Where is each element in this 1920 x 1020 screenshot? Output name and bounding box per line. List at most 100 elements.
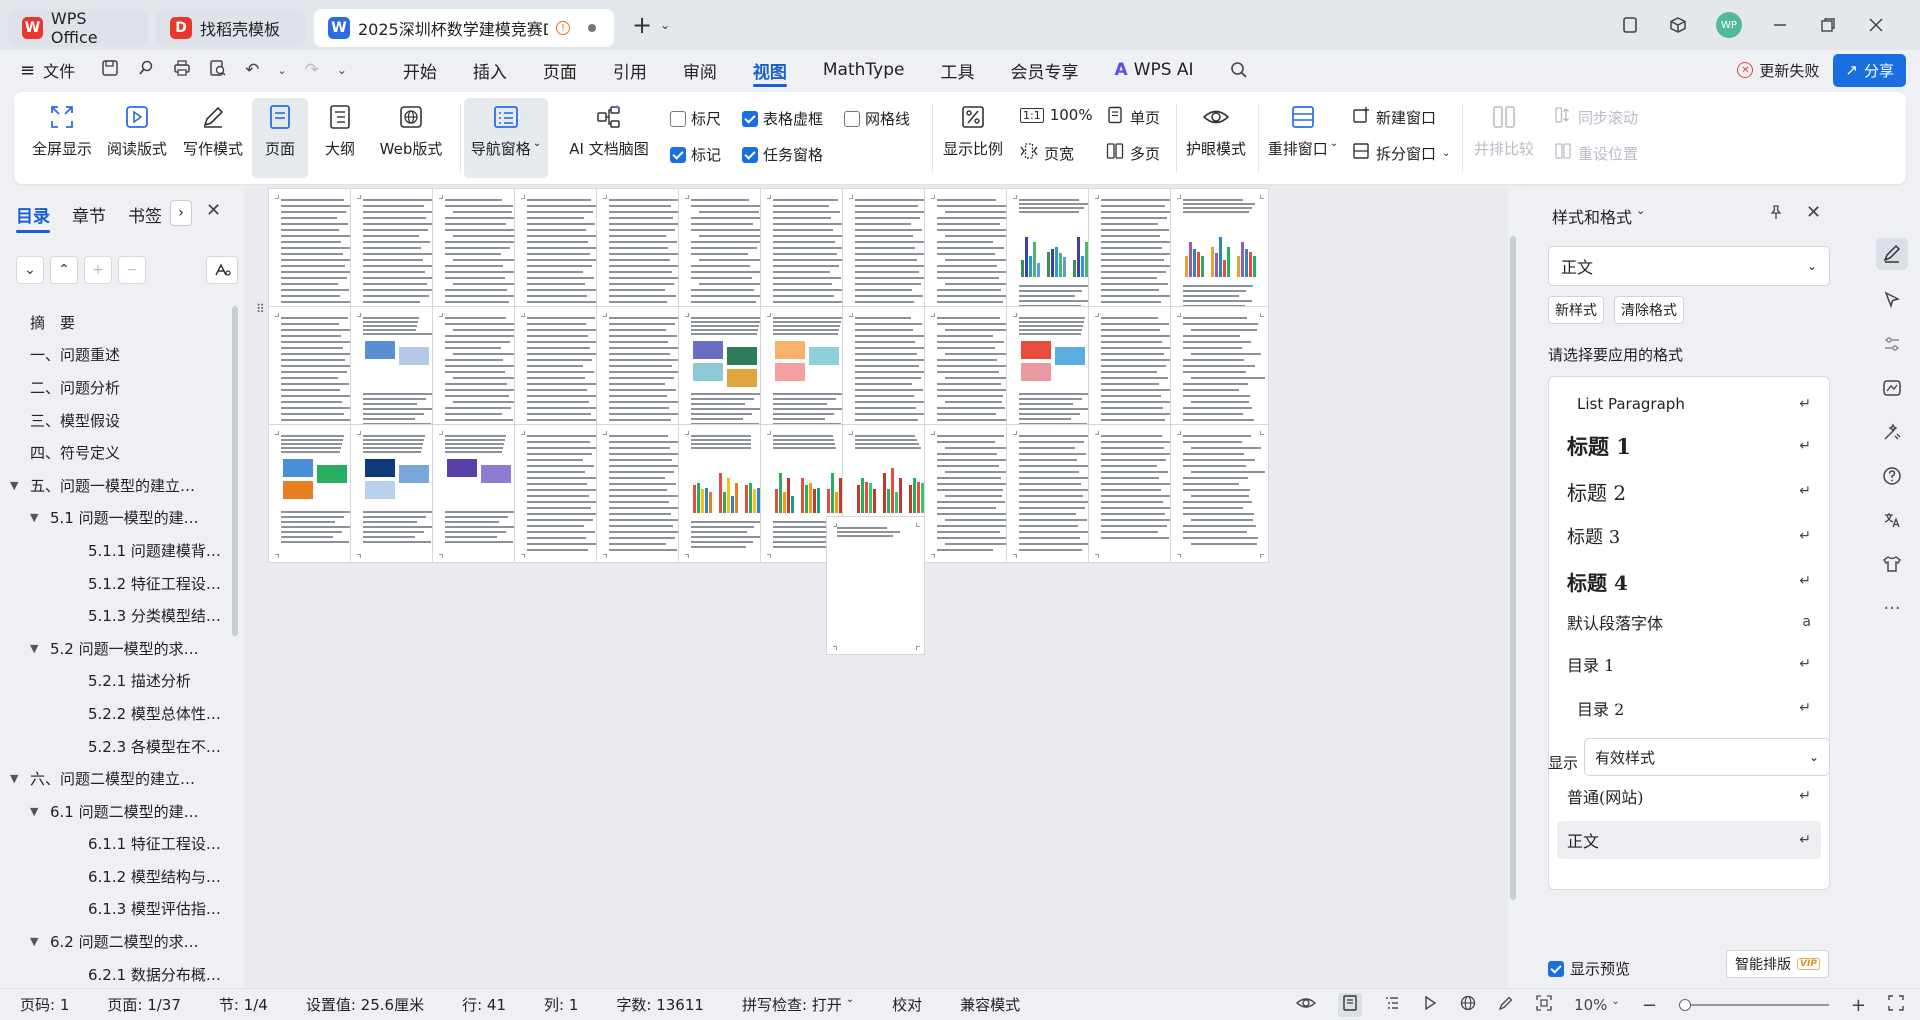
menu-wps-ai[interactable]: A WPS AI <box>1096 50 1211 90</box>
zoom-ratio-button[interactable]: 显示比例 <box>936 92 1010 172</box>
tab-wps-office[interactable]: W WPS Office <box>8 9 148 47</box>
close-icon[interactable] <box>1866 15 1886 35</box>
tab-document[interactable]: W 2025深圳杯数学建模竞赛D题 ! <box>314 9 614 47</box>
print-preview-icon[interactable] <box>209 59 227 81</box>
style-item[interactable]: 默认段落字体 a <box>1557 603 1821 641</box>
maximize-icon[interactable] <box>1818 15 1838 35</box>
current-style-select[interactable]: 正文 ⌄ <box>1548 246 1830 286</box>
task-pane-checkbox[interactable]: 任务窗格 <box>742 144 823 165</box>
style-item[interactable]: 目录 1 ↵ <box>1557 645 1821 683</box>
chevron-down-icon[interactable]: ▼ <box>10 479 24 492</box>
toc-item[interactable]: 5.1.2 特征工程设… <box>0 567 232 600</box>
shirt-icon[interactable] <box>1876 548 1908 580</box>
file-menu[interactable]: ≡ 文件 <box>20 58 75 82</box>
nav-tab-bookmarks[interactable]: 书签 <box>128 202 162 227</box>
search-icon[interactable] <box>1212 50 1266 90</box>
checkbox[interactable] <box>670 146 686 163</box>
sync-scroll-button[interactable]: 同步滚动 <box>1554 106 1638 128</box>
show-filter-select[interactable]: 有效样式 ⌄ <box>1584 738 1830 776</box>
table-grid-checkbox[interactable]: 表格虚框 <box>742 108 823 129</box>
redo-icon[interactable]: ↷ <box>305 60 319 80</box>
style-item[interactable]: 普通(网站) ↵ <box>1557 777 1821 815</box>
globe-icon[interactable] <box>1460 995 1476 1015</box>
toc-item[interactable]: ▼ 5.2 问题一模型的求… <box>0 632 232 665</box>
toc-item[interactable]: 5.1.3 分类模型结… <box>0 599 232 632</box>
undo-dropdown-icon[interactable]: ⌄ <box>277 64 286 77</box>
web-view-button[interactable]: Web版式 <box>372 92 450 172</box>
status-column[interactable]: 列: 1 <box>524 994 596 1015</box>
menu-tools[interactable]: 工具 <box>922 50 992 90</box>
marks-checkbox[interactable]: 标记 <box>670 144 721 165</box>
ai-toc-icon[interactable] <box>206 256 238 284</box>
style-item[interactable]: List Paragraph ↵ <box>1557 387 1821 421</box>
toc-item[interactable]: 摘 要 <box>0 306 232 339</box>
toc-item[interactable]: 二、问题分析 <box>0 371 232 404</box>
undo-icon[interactable]: ↶ <box>245 60 259 80</box>
menu-view[interactable]: 视图 <box>735 50 805 90</box>
status-spell-check[interactable]: 拼写检查: 打开 ⌄ <box>722 994 872 1015</box>
status-proofread[interactable]: 校对 <box>872 994 940 1015</box>
toc-item[interactable]: 一、问题重述 <box>0 339 232 372</box>
tab-template[interactable]: D 找稻壳模板 <box>156 9 306 47</box>
status-page-count[interactable]: 页面: 1/37 <box>87 994 199 1015</box>
show-preview-checkbox[interactable]: 显示预览 <box>1548 958 1630 979</box>
toc-item[interactable]: 6.1.2 模型结构与… <box>0 860 232 893</box>
share-button[interactable]: ↗ 分享 <box>1833 53 1906 87</box>
checkbox[interactable] <box>742 146 758 163</box>
smart-layout-button[interactable]: 智能排版 VIP <box>1726 950 1829 978</box>
close-icon[interactable]: ✕ <box>1806 202 1821 223</box>
adjust-sliders-icon[interactable] <box>1876 328 1908 360</box>
new-tab-button[interactable]: + ⌄ <box>632 11 670 39</box>
zoom-slider[interactable] <box>1678 999 1829 1011</box>
drag-handle-icon[interactable]: ⠿ <box>256 302 265 316</box>
page-width-button[interactable]: 页宽 <box>1020 142 1074 164</box>
toc-item[interactable]: 三、模型假设 <box>0 404 232 437</box>
document-pages-area[interactable] <box>244 186 1512 988</box>
zoom-in-icon[interactable]: + <box>1851 995 1866 1016</box>
rearrange-window-button[interactable]: 重排窗口 ⌄ <box>1262 92 1344 172</box>
document-scrollbar-thumb[interactable] <box>1510 236 1516 900</box>
toc-item[interactable]: ▼ 5.1 问题一模型的建… <box>0 502 232 535</box>
multi-page-button[interactable]: 多页 <box>1106 142 1160 164</box>
page-view-icon[interactable] <box>1338 993 1363 1017</box>
magic-tools-icon[interactable] <box>1876 416 1908 448</box>
print-icon[interactable] <box>173 59 191 81</box>
checkbox[interactable] <box>742 110 758 127</box>
add-icon[interactable]: + <box>84 256 112 284</box>
status-page-number[interactable]: 页码: 1 <box>0 994 87 1015</box>
checkbox[interactable] <box>1548 960 1564 977</box>
chevron-down-icon[interactable]: ▼ <box>30 642 44 655</box>
checkbox[interactable] <box>844 110 860 127</box>
menu-insert[interactable]: 插入 <box>455 50 525 90</box>
page-thumbnail[interactable] <box>826 516 925 655</box>
toc-item[interactable]: ▼ 六、问题二模型的建立… <box>0 762 232 795</box>
toc-item[interactable]: 6.2.1 数据分布概… <box>0 958 232 991</box>
style-item[interactable]: 标题 4 ↵ <box>1557 562 1821 600</box>
translate-icon[interactable] <box>1876 504 1908 536</box>
expand-down-icon[interactable]: ⌄ <box>16 256 44 284</box>
ai-mindmap-button[interactable]: AI 文档脑图 <box>554 92 664 172</box>
toc-item[interactable]: 6.1.1 特征工程设… <box>0 828 232 861</box>
zoom-slider-knob[interactable] <box>1678 999 1691 1011</box>
menu-home[interactable]: 开始 <box>385 50 455 90</box>
nav-pane-button[interactable]: 导航窗格 ⌄ <box>464 98 548 178</box>
reset-position-button[interactable]: 重设位置 <box>1554 142 1638 164</box>
toc-item[interactable]: 5.2.1 描述分析 <box>0 665 232 698</box>
help-icon[interactable] <box>1876 460 1908 492</box>
zoom-out-icon[interactable]: − <box>1642 995 1657 1016</box>
new-window-button[interactable]: 新建窗口 <box>1352 106 1436 128</box>
collapse-up-icon[interactable]: ⌃ <box>50 256 78 284</box>
menu-reference[interactable]: 引用 <box>595 50 665 90</box>
styles-pane-title[interactable]: 样式和格式 ⌄ <box>1552 204 1645 228</box>
style-item[interactable]: 标题 1 ↵ <box>1557 427 1821 465</box>
avatar[interactable]: WP <box>1716 12 1742 38</box>
eye-icon[interactable] <box>1296 995 1317 1015</box>
unsaved-dot-icon[interactable] <box>588 24 596 32</box>
play-icon[interactable] <box>1422 995 1438 1015</box>
fullscreen-button[interactable]: 全屏显示 <box>30 92 94 172</box>
nav-tab-chapters[interactable]: 章节 <box>72 202 106 227</box>
zoom-level[interactable]: 10% ⌄ <box>1574 996 1620 1014</box>
checkbox[interactable] <box>670 110 686 127</box>
style-item[interactable]: 标题 2 ↵ <box>1557 472 1821 510</box>
remove-icon[interactable]: − <box>118 256 146 284</box>
